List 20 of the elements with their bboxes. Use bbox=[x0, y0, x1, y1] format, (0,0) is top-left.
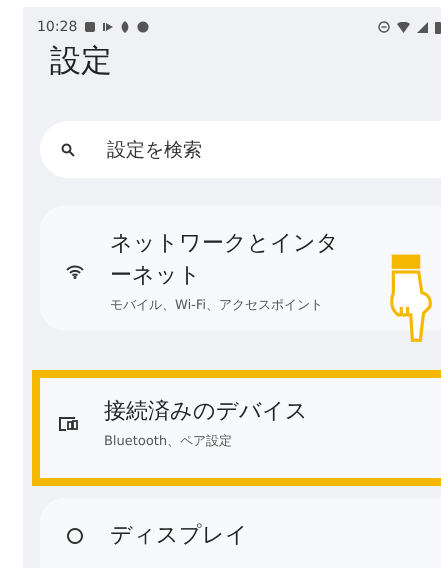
status-time: 10:28 bbox=[37, 19, 78, 35]
setting-title: 接続済みのデバイス bbox=[104, 398, 309, 426]
setting-description: Bluetooth、ペア設定 bbox=[104, 433, 234, 451]
settings-item[interactable]: 接続済みのデバイス Bluetooth、ペア設定 bbox=[40, 378, 441, 478]
image-icon bbox=[84, 21, 96, 33]
battery-icon bbox=[435, 20, 441, 34]
wifi-icon bbox=[66, 265, 84, 279]
cellular-signal-icon bbox=[417, 22, 428, 32]
play-icon bbox=[103, 23, 114, 31]
brightness-icon bbox=[66, 527, 84, 545]
setting-title: ディスプレイ bbox=[110, 522, 249, 550]
setting-description: モバイル、Wi-Fi、アクセスポイント bbox=[110, 297, 324, 315]
setting-title: ネットワークとインターネット bbox=[110, 230, 340, 290]
devices-icon bbox=[58, 417, 78, 431]
circle-icon bbox=[137, 21, 150, 33]
settings-item[interactable]: ディスプレイ bbox=[40, 498, 441, 568]
do-not-disturb-icon bbox=[378, 21, 390, 33]
wifi-signal-icon bbox=[397, 22, 410, 32]
page-title: 設定 bbox=[50, 42, 113, 81]
search-field[interactable]: 設定を検索 bbox=[40, 121, 441, 178]
